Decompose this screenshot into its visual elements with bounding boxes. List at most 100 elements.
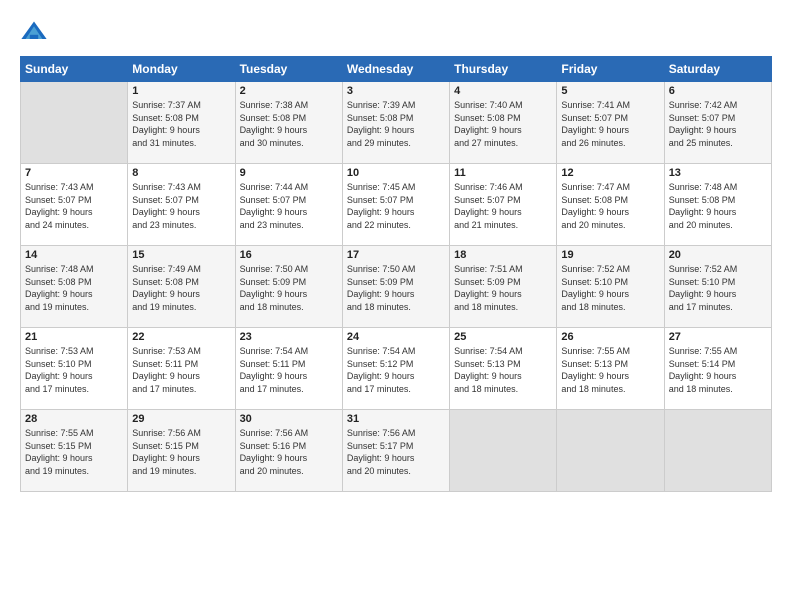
day-number: 15 bbox=[132, 249, 230, 261]
header bbox=[20, 18, 772, 46]
day-info: Sunrise: 7:41 AM Sunset: 5:07 PM Dayligh… bbox=[561, 99, 659, 149]
calendar-cell: 15Sunrise: 7:49 AM Sunset: 5:08 PM Dayli… bbox=[128, 246, 235, 328]
day-number: 29 bbox=[132, 413, 230, 425]
day-number: 17 bbox=[347, 249, 445, 261]
day-info: Sunrise: 7:50 AM Sunset: 5:09 PM Dayligh… bbox=[240, 263, 338, 313]
day-number: 2 bbox=[240, 85, 338, 97]
day-number: 8 bbox=[132, 167, 230, 179]
calendar-cell: 3 Sunrise: 7:39 AM Sunset: 5:08 PM Daylig… bbox=[342, 82, 449, 164]
day-info: Sunrise: 7:45 AM Sunset: 5:07 PM Dayligh… bbox=[347, 181, 445, 231]
day-number: 30 bbox=[240, 413, 338, 425]
day-info: Sunrise: 7:52 AM Sunset: 5:10 PM Dayligh… bbox=[561, 263, 659, 313]
calendar-cell: 14 Sunrise: 7:48 AM Sunset: 5:08 PM Dayli… bbox=[21, 246, 128, 328]
day-info: Sunrise: 7:54 AM Sunset: 5:11 PM Dayligh… bbox=[240, 345, 338, 395]
week-row-4: 21 Sunrise: 7:53 AM Sunset: 5:10 PM Dayli… bbox=[21, 328, 772, 410]
week-row-2: 7 Sunrise: 7:43 AM Sunset: 5:07 PM Daylig… bbox=[21, 164, 772, 246]
day-info: Sunrise: 7:42 AM Sunset: 5:07 PM Dayligh… bbox=[669, 99, 767, 149]
weekday-header-monday: Monday bbox=[128, 57, 235, 82]
day-info: Sunrise: 7:38 AM Sunset: 5:08 PM Dayligh… bbox=[240, 99, 338, 149]
weekday-header-saturday: Saturday bbox=[664, 57, 771, 82]
day-number: 21 bbox=[25, 331, 123, 343]
day-info: Sunrise: 7:56 AM Sunset: 5:15 PM Dayligh… bbox=[132, 427, 230, 477]
calendar-cell: 12 Sunrise: 7:47 AM Sunset: 5:08 PM Dayli… bbox=[557, 164, 664, 246]
day-number: 31 bbox=[347, 413, 445, 425]
day-info: Sunrise: 7:54 AM Sunset: 5:12 PM Dayligh… bbox=[347, 345, 445, 395]
calendar-cell: 29 Sunrise: 7:56 AM Sunset: 5:15 PM Dayli… bbox=[128, 410, 235, 492]
day-number: 10 bbox=[347, 167, 445, 179]
weekday-header-sunday: Sunday bbox=[21, 57, 128, 82]
day-info: Sunrise: 7:56 AM Sunset: 5:16 PM Dayligh… bbox=[240, 427, 338, 477]
day-info: Sunrise: 7:54 AM Sunset: 5:13 PM Dayligh… bbox=[454, 345, 552, 395]
calendar-cell bbox=[664, 410, 771, 492]
day-info: Sunrise: 7:52 AM Sunset: 5:10 PM Dayligh… bbox=[669, 263, 767, 313]
calendar-cell bbox=[21, 82, 128, 164]
calendar-cell: 30 Sunrise: 7:56 AM Sunset: 5:16 PM Dayli… bbox=[235, 410, 342, 492]
day-number: 1 bbox=[132, 85, 230, 97]
day-info: Sunrise: 7:40 AM Sunset: 5:08 PM Dayligh… bbox=[454, 99, 552, 149]
calendar-cell: 7 Sunrise: 7:43 AM Sunset: 5:07 PM Daylig… bbox=[21, 164, 128, 246]
day-info: Sunrise: 7:46 AM Sunset: 5:07 PM Dayligh… bbox=[454, 181, 552, 231]
calendar-cell: 25 Sunrise: 7:54 AM Sunset: 5:13 PM Dayli… bbox=[450, 328, 557, 410]
day-info: Sunrise: 7:44 AM Sunset: 5:07 PM Dayligh… bbox=[240, 181, 338, 231]
weekday-header-wednesday: Wednesday bbox=[342, 57, 449, 82]
calendar-table: SundayMondayTuesdayWednesdayThursdayFrid… bbox=[20, 56, 772, 492]
calendar-cell: 13 Sunrise: 7:48 AM Sunset: 5:08 PM Dayli… bbox=[664, 164, 771, 246]
day-number: 7 bbox=[25, 167, 123, 179]
calendar-cell: 8Sunrise: 7:43 AM Sunset: 5:07 PM Daylig… bbox=[128, 164, 235, 246]
calendar-cell: 23 Sunrise: 7:54 AM Sunset: 5:11 PM Dayli… bbox=[235, 328, 342, 410]
day-number: 12 bbox=[561, 167, 659, 179]
day-number: 25 bbox=[454, 331, 552, 343]
calendar-cell: 4 Sunrise: 7:40 AM Sunset: 5:08 PM Daylig… bbox=[450, 82, 557, 164]
week-row-3: 14 Sunrise: 7:48 AM Sunset: 5:08 PM Dayli… bbox=[21, 246, 772, 328]
day-number: 3 bbox=[347, 85, 445, 97]
weekday-row: SundayMondayTuesdayWednesdayThursdayFrid… bbox=[21, 57, 772, 82]
day-number: 16 bbox=[240, 249, 338, 261]
day-info: Sunrise: 7:51 AM Sunset: 5:09 PM Dayligh… bbox=[454, 263, 552, 313]
day-number: 5 bbox=[561, 85, 659, 97]
day-info: Sunrise: 7:43 AM Sunset: 5:07 PM Dayligh… bbox=[25, 181, 123, 231]
day-info: Sunrise: 7:48 AM Sunset: 5:08 PM Dayligh… bbox=[25, 263, 123, 313]
calendar-cell: 20Sunrise: 7:52 AM Sunset: 5:10 PM Dayli… bbox=[664, 246, 771, 328]
calendar-cell: 9 Sunrise: 7:44 AM Sunset: 5:07 PM Daylig… bbox=[235, 164, 342, 246]
weekday-header-friday: Friday bbox=[557, 57, 664, 82]
calendar-cell: 19 Sunrise: 7:52 AM Sunset: 5:10 PM Dayli… bbox=[557, 246, 664, 328]
day-number: 24 bbox=[347, 331, 445, 343]
calendar-cell: 11 Sunrise: 7:46 AM Sunset: 5:07 PM Dayli… bbox=[450, 164, 557, 246]
day-info: Sunrise: 7:50 AM Sunset: 5:09 PM Dayligh… bbox=[347, 263, 445, 313]
day-number: 9 bbox=[240, 167, 338, 179]
calendar-cell: 16 Sunrise: 7:50 AM Sunset: 5:09 PM Dayli… bbox=[235, 246, 342, 328]
day-number: 6 bbox=[669, 85, 767, 97]
day-number: 27 bbox=[669, 331, 767, 343]
day-info: Sunrise: 7:53 AM Sunset: 5:10 PM Dayligh… bbox=[25, 345, 123, 395]
calendar-cell bbox=[557, 410, 664, 492]
day-number: 13 bbox=[669, 167, 767, 179]
calendar-cell: 1 Sunrise: 7:37 AM Sunset: 5:08 PM Daylig… bbox=[128, 82, 235, 164]
calendar-cell: 22Sunrise: 7:53 AM Sunset: 5:11 PM Dayli… bbox=[128, 328, 235, 410]
day-info: Sunrise: 7:55 AM Sunset: 5:13 PM Dayligh… bbox=[561, 345, 659, 395]
calendar-cell: 5 Sunrise: 7:41 AM Sunset: 5:07 PM Daylig… bbox=[557, 82, 664, 164]
day-info: Sunrise: 7:48 AM Sunset: 5:08 PM Dayligh… bbox=[669, 181, 767, 231]
day-number: 22 bbox=[132, 331, 230, 343]
calendar-cell: 26Sunrise: 7:55 AM Sunset: 5:13 PM Dayli… bbox=[557, 328, 664, 410]
weekday-header-thursday: Thursday bbox=[450, 57, 557, 82]
calendar-cell: 6 Sunrise: 7:42 AM Sunset: 5:07 PM Daylig… bbox=[664, 82, 771, 164]
day-number: 23 bbox=[240, 331, 338, 343]
day-info: Sunrise: 7:39 AM Sunset: 5:08 PM Dayligh… bbox=[347, 99, 445, 149]
week-row-1: 1 Sunrise: 7:37 AM Sunset: 5:08 PM Daylig… bbox=[21, 82, 772, 164]
logo bbox=[20, 18, 52, 46]
calendar-cell: 2 Sunrise: 7:38 AM Sunset: 5:08 PM Daylig… bbox=[235, 82, 342, 164]
day-info: Sunrise: 7:55 AM Sunset: 5:15 PM Dayligh… bbox=[25, 427, 123, 477]
day-number: 14 bbox=[25, 249, 123, 261]
calendar-body: 1 Sunrise: 7:37 AM Sunset: 5:08 PM Daylig… bbox=[21, 82, 772, 492]
day-number: 11 bbox=[454, 167, 552, 179]
calendar-cell: 18Sunrise: 7:51 AM Sunset: 5:09 PM Dayli… bbox=[450, 246, 557, 328]
calendar-header: SundayMondayTuesdayWednesdayThursdayFrid… bbox=[21, 57, 772, 82]
day-number: 4 bbox=[454, 85, 552, 97]
day-info: Sunrise: 7:47 AM Sunset: 5:08 PM Dayligh… bbox=[561, 181, 659, 231]
day-number: 19 bbox=[561, 249, 659, 261]
calendar-cell: 31 Sunrise: 7:56 AM Sunset: 5:17 PM Dayli… bbox=[342, 410, 449, 492]
calendar-cell: 24 Sunrise: 7:54 AM Sunset: 5:12 PM Dayli… bbox=[342, 328, 449, 410]
day-info: Sunrise: 7:37 AM Sunset: 5:08 PM Dayligh… bbox=[132, 99, 230, 149]
day-info: Sunrise: 7:56 AM Sunset: 5:17 PM Dayligh… bbox=[347, 427, 445, 477]
calendar-cell: 21 Sunrise: 7:53 AM Sunset: 5:10 PM Dayli… bbox=[21, 328, 128, 410]
